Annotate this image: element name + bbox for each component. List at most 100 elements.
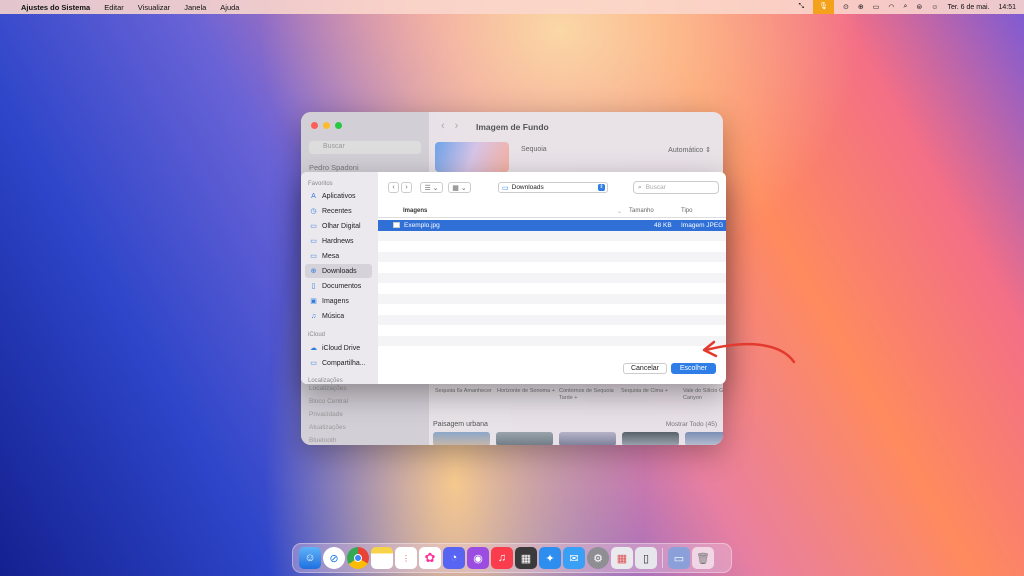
discord-icon[interactable]: ◔ (443, 547, 465, 569)
battery-icon[interactable]: ▭ (873, 3, 880, 11)
profile-name[interactable]: Pedro Spadoni (309, 163, 359, 172)
spotlight-tool-icon[interactable]: ⊕ (858, 3, 864, 11)
settings-icon[interactable]: ⚙ (587, 547, 609, 569)
wifi-icon[interactable]: ◠ (888, 3, 894, 11)
podcasts-icon[interactable]: ◉ (467, 547, 489, 569)
back-button[interactable]: ‹ (388, 182, 399, 193)
menu-visualizar[interactable]: Visualizar (138, 3, 170, 12)
empty-row (378, 314, 726, 325)
sidebar-item-label: Recentes (322, 207, 352, 215)
sidebar-item-icloud-drive[interactable]: ☁ iCloud Drive (305, 341, 372, 355)
menu-time[interactable]: 14:51 (998, 4, 1016, 11)
show-all-button[interactable]: Mostrar Todo (45) (666, 421, 717, 428)
sidebar-item-musica[interactable]: ♫ Música (305, 309, 372, 323)
wallpaper-mode-select[interactable]: Automático ⇕ (668, 146, 711, 154)
search-icon: ⌕ (638, 183, 642, 191)
cursor-icon[interactable]: ⤡ (799, 3, 805, 11)
menu-app-name[interactable]: Ajustes do Sistema (21, 3, 90, 12)
locations-section-label: Localizações (308, 378, 343, 384)
notes-icon[interactable] (371, 547, 393, 569)
empty-row (378, 293, 726, 304)
sidebar-item-aplicativos[interactable]: A Aplicativos (305, 189, 372, 203)
cityscape-thumbnails (433, 432, 723, 445)
dock: ☺ ⊘ ⋮ ✿ ◔ ◉ ♫ ▦ ✦ ✉ ⚙ ▦ ▯ ▭ 🗑 (292, 543, 732, 573)
menu-extras: ⤡ 🎙 ⊙ ⊕ ▭ ◠ ⌕ ⊜ ☺ Ter. 6 de mai. 14:51 (799, 0, 1016, 14)
sidebar-item-label: Downloads (322, 267, 357, 275)
wallpaper-thumbnail[interactable] (559, 432, 616, 445)
sidebar-item[interactable]: Privacidade (309, 408, 348, 421)
empty-row (378, 230, 726, 241)
folder-icon: ▭ (502, 184, 509, 192)
launchpad-icon[interactable]: ▦ (611, 547, 633, 569)
current-wallpaper-thumbnail (435, 142, 509, 172)
wallpaper-caption[interactable]: Horizonte de Sonoma + (497, 388, 559, 402)
wallpaper-caption[interactable]: Sequoia 6s Amanhecer (435, 388, 497, 402)
wallpaper-thumbnail[interactable] (433, 432, 490, 445)
empty-row (378, 241, 726, 252)
record-icon[interactable]: ⊙ (843, 3, 849, 11)
downloads-stack-icon[interactable]: ▭ (668, 547, 690, 569)
sidebar-item-mesa[interactable]: ▭ Mesa (305, 249, 372, 263)
iphone-mirroring-icon[interactable]: ▯ (635, 547, 657, 569)
sidebar-item[interactable]: Bloco Central (309, 395, 348, 408)
settings-search-input[interactable]: Buscar (309, 141, 421, 154)
mail-icon[interactable]: ✉ (563, 547, 585, 569)
empty-row (378, 283, 726, 294)
window-controls (311, 122, 342, 129)
calculator-icon[interactable]: ▦ (515, 547, 537, 569)
column-size-header[interactable]: Tamanho (629, 208, 654, 214)
menu-editar[interactable]: Editar (104, 3, 124, 12)
empty-row (378, 251, 726, 262)
sidebar-item-label: Documentos (322, 282, 362, 290)
table-row[interactable]: Exemplo.jpg 48 KB Imagem JPEG (378, 220, 726, 231)
zoom-button[interactable] (335, 122, 342, 129)
settings-nav-arrows[interactable]: ‹› (441, 120, 468, 132)
minimize-button[interactable] (323, 122, 330, 129)
trash-icon[interactable]: 🗑 (692, 547, 714, 569)
user-icon[interactable]: ☺ (931, 4, 938, 11)
menu-ajuda[interactable]: Ajuda (220, 3, 239, 12)
appstore-icon[interactable]: ✦ (539, 547, 561, 569)
chevron-updown-icon: ⇕ (598, 184, 605, 191)
menu-janela[interactable]: Janela (184, 3, 206, 12)
sidebar-item[interactable]: Bluetooth (309, 434, 348, 445)
column-name-header[interactable]: Imagens (403, 208, 427, 214)
sidebar-item-olhar-digital[interactable]: ▭ Olhar Digital (305, 219, 372, 233)
microphone-icon[interactable]: 🎙 (813, 0, 834, 14)
photos-icon[interactable]: ✿ (419, 547, 441, 569)
wallpaper-thumbnail[interactable] (685, 432, 723, 445)
wallpaper-caption[interactable]: Sequoia de Cima + (621, 388, 683, 402)
music-icon[interactable]: ♫ (491, 547, 513, 569)
location-popup[interactable]: ▭ Downloads ⇕ (498, 182, 608, 193)
close-button[interactable] (311, 122, 318, 129)
file-size: 48 KB (654, 222, 672, 229)
sidebar-item-recentes[interactable]: ◷ Recentes (305, 204, 372, 218)
sidebar-item-downloads[interactable]: ⊕ Downloads (305, 264, 372, 278)
grid-view-button[interactable]: ▦ ⌄ (448, 182, 471, 193)
menu-date[interactable]: Ter. 6 de mai. (947, 4, 989, 11)
cancel-button[interactable]: Cancelar (623, 363, 667, 374)
column-kind-header[interactable]: Tipo (681, 208, 692, 214)
open-file-dialog: Favoritos A Aplicativos ◷ Recentes ▭ Olhar … (301, 172, 726, 384)
search-input[interactable]: ⌕ Buscar (633, 181, 719, 194)
wallpaper-thumbnail[interactable] (496, 432, 553, 445)
wallpaper-caption[interactable]: Contornos de Sequoia Tarde + (559, 388, 621, 402)
chrome-icon[interactable] (347, 547, 369, 569)
search-icon[interactable]: ⌕ (903, 3, 907, 11)
control-center-icon[interactable]: ⊜ (916, 3, 922, 11)
sidebar-item-hardnews[interactable]: ▭ Hardnews (305, 234, 372, 248)
sidebar-item-imagens[interactable]: ▣ Imagens (305, 294, 372, 308)
sidebar-item-compartilhado[interactable]: ▭ Compartilha... (305, 356, 372, 370)
sidebar-item-label: Aplicativos (322, 192, 356, 200)
sidebar-item[interactable]: Atualizações (309, 421, 348, 434)
wallpaper-thumbnail[interactable] (622, 432, 679, 445)
finder-icon[interactable]: ☺ (299, 547, 321, 569)
reminders-icon[interactable]: ⋮ (395, 547, 417, 569)
current-wallpaper-name: Sequoia (521, 146, 547, 153)
safari-icon[interactable]: ⊘ (323, 547, 345, 569)
list-view-button[interactable]: ☰ ⌄ (420, 182, 443, 193)
forward-button[interactable]: › (401, 182, 412, 193)
wallpaper-caption[interactable]: Vale do Silício Grand Canyon (683, 388, 723, 402)
sidebar-item-label: Hardnews (322, 237, 354, 245)
sidebar-item-documentos[interactable]: ▯ Documentos (305, 279, 372, 293)
